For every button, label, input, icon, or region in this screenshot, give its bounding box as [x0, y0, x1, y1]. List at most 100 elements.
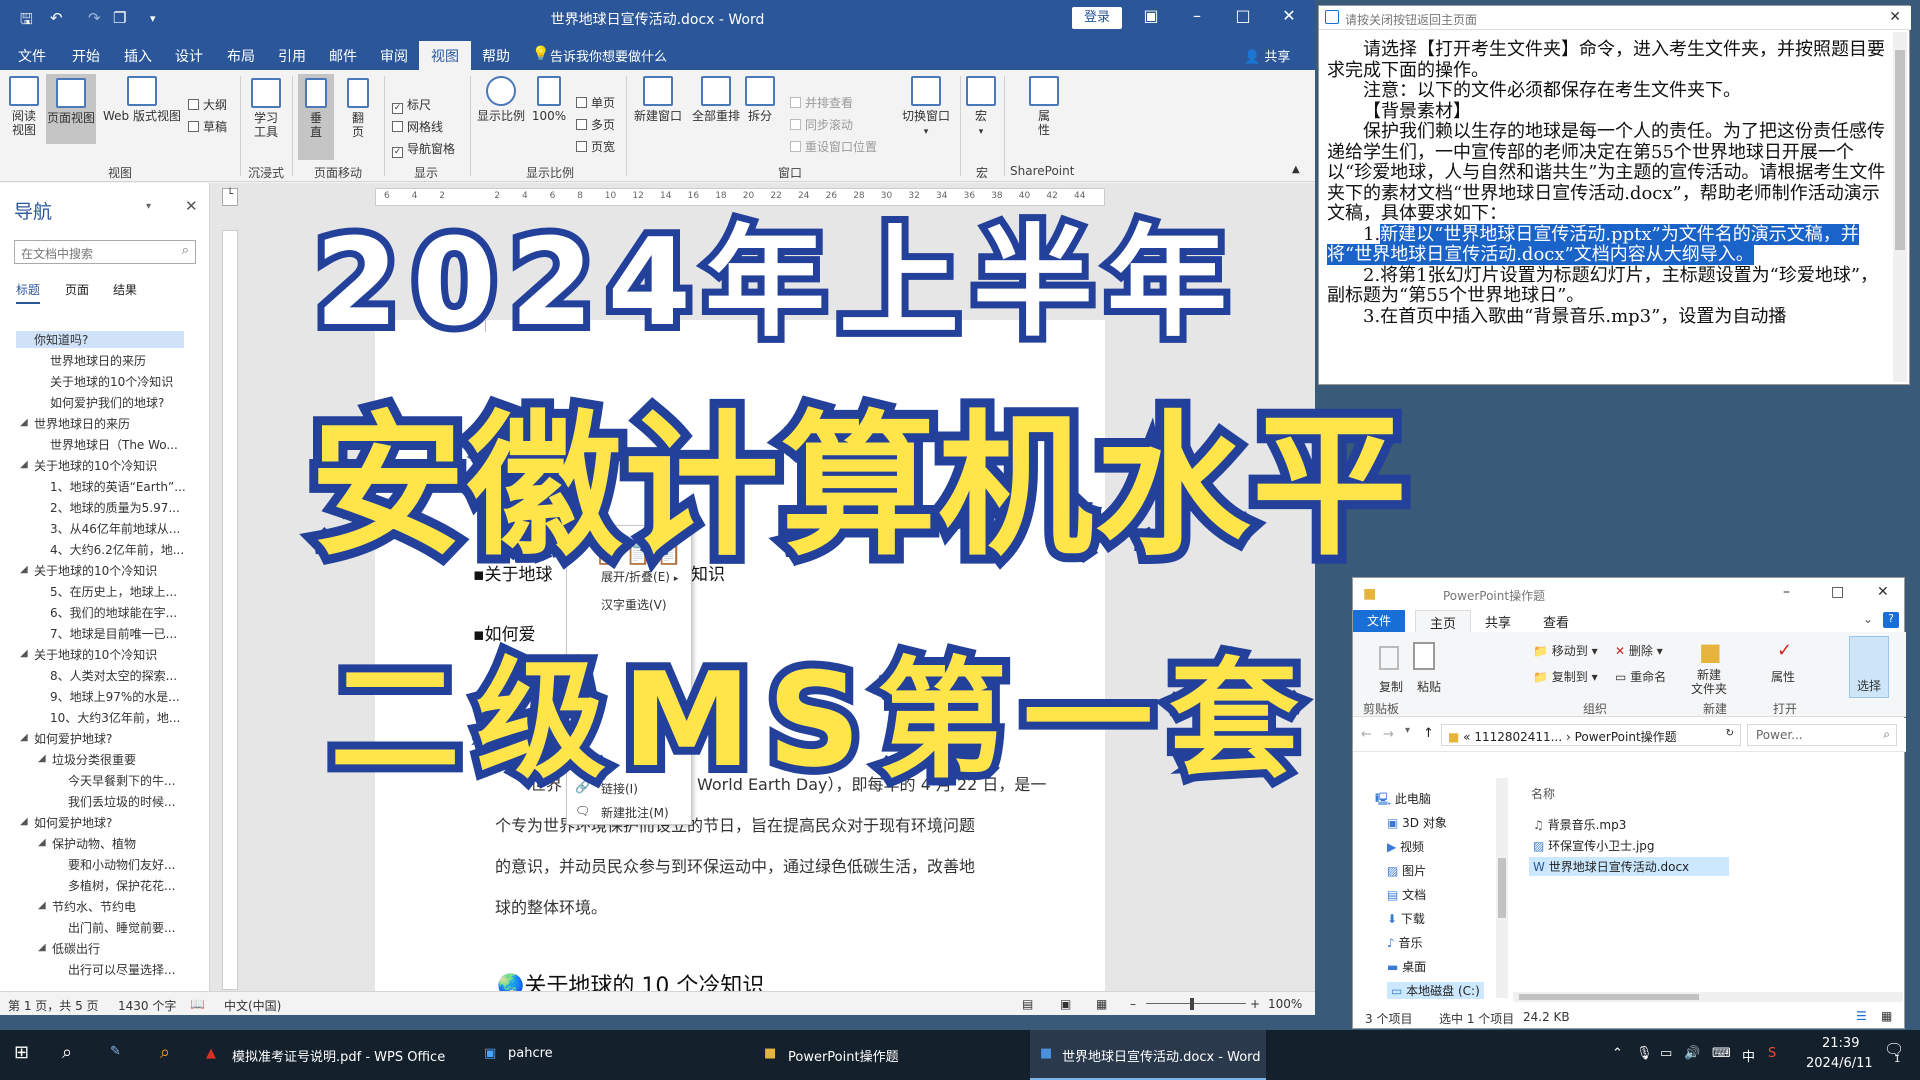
file-row[interactable]: ▨ 环保宣传小卫士.jpg	[1529, 836, 1729, 855]
nav-heading-item[interactable]: 如何爱护我们的地球?	[50, 394, 200, 411]
volume-icon[interactable]: 🔊	[1684, 1046, 1700, 1061]
recent-icon[interactable]: ▾	[1405, 725, 1410, 736]
clock-date[interactable]: 2024/6/11	[1806, 1056, 1873, 1071]
tree-item[interactable]: ▣ 3D 对象	[1387, 814, 1447, 831]
collapse-triangle-icon[interactable]: ◢	[20, 564, 28, 575]
search-icon[interactable]: ⌕	[62, 1042, 72, 1063]
nav-heading-item[interactable]: 关于地球的10个冷知识	[50, 373, 200, 390]
page-view-button[interactable]: 页面视图	[46, 74, 96, 144]
one-page-button[interactable]: 单页	[576, 94, 615, 111]
close-button[interactable]: ✕	[1266, 6, 1312, 25]
reset-position-button[interactable]: 重设窗口位置	[790, 138, 877, 155]
help-icon[interactable]: ?	[1883, 612, 1899, 628]
status-language[interactable]: 中文(中国)	[224, 997, 281, 1014]
maximize-button[interactable]: □	[1220, 6, 1266, 25]
tree-scrollbar[interactable]	[1496, 778, 1508, 998]
nav-heading-item[interactable]: 出行可以尽量选择...	[68, 961, 198, 978]
tab-references[interactable]: 引用	[278, 46, 306, 66]
nav-tab-pages[interactable]: 页面	[65, 281, 89, 298]
tab-view[interactable]: 查看	[1529, 610, 1583, 632]
gridlines-checkbox[interactable]: 网格线	[392, 118, 443, 135]
learning-tools-button[interactable]: 学习 工具	[248, 78, 284, 139]
nav-heading-item[interactable]: 如何爱护地球?	[34, 730, 214, 747]
search-icon[interactable]: ⌕	[1883, 727, 1890, 742]
up-icon[interactable]: ↑	[1423, 726, 1434, 741]
tab-home[interactable]: 开始	[72, 46, 100, 66]
path-overflow[interactable]: «	[1463, 730, 1470, 744]
instructions-scrollbar[interactable]	[1893, 32, 1907, 382]
large-icons-view-icon[interactable]: ▦	[1881, 1009, 1892, 1023]
nav-heading-item[interactable]: 2、地球的质量为5.97...	[50, 499, 200, 516]
nav-heading-item[interactable]: 3、从46亿年前地球从...	[50, 520, 200, 537]
move-to-button[interactable]: 📁 移动到 ▾	[1533, 642, 1598, 659]
arrange-all-button[interactable]: 全部重排	[688, 76, 744, 123]
back-icon[interactable]: ←	[1361, 727, 1372, 742]
zoom-slider[interactable]	[1146, 1003, 1246, 1004]
nav-heading-item[interactable]: 9、地球上97%的水是...	[50, 688, 200, 705]
ruler-checkbox[interactable]: ✓ 标尺	[392, 96, 431, 114]
nav-heading-item[interactable]: 节约水、节约电	[52, 898, 202, 915]
collapse-triangle-icon[interactable]: ◢	[20, 816, 28, 827]
menu-item-hanzi[interactable]: 汉字重选(V)	[601, 596, 667, 613]
macro-button[interactable]: 宏 ▾	[964, 76, 998, 139]
tree-item[interactable]: 🖳 此电脑	[1375, 790, 1431, 811]
nav-heading-item[interactable]: 出门前、睡觉前要...	[68, 919, 198, 936]
collapse-triangle-icon[interactable]: ◢	[38, 942, 46, 953]
tree-item[interactable]: ♪ 音乐	[1387, 934, 1423, 951]
tree-item[interactable]: ▤ 文档	[1387, 886, 1426, 903]
nav-heading-item[interactable]: 世界地球日（The Wo...	[50, 436, 200, 453]
select-button[interactable]: 选择	[1849, 636, 1889, 698]
minimize-button[interactable]: –	[1174, 6, 1220, 25]
tab-file[interactable]: 文件	[1353, 610, 1406, 632]
nav-heading-item[interactable]: 世界地球日的来历	[50, 352, 200, 369]
tab-selector-icon[interactable]: └	[222, 188, 238, 206]
side-by-side-button[interactable]: 并排查看	[790, 94, 853, 111]
proofing-icon[interactable]: 📖	[190, 997, 205, 1011]
sogou-icon[interactable]: S	[1768, 1046, 1776, 1061]
tree-item[interactable]: ▬ 桌面	[1387, 958, 1426, 975]
taskbar-explorer[interactable]: PowerPoint操作题	[788, 1046, 899, 1065]
search-icon[interactable]: ⌕	[182, 243, 189, 258]
read-view-button[interactable]: 阅读 视图	[6, 76, 42, 137]
forward-icon[interactable]: →	[1383, 727, 1394, 742]
copy-to-button[interactable]: 📁 复制到 ▾	[1533, 668, 1598, 685]
collapse-ribbon-icon[interactable]: ▲	[1292, 164, 1300, 175]
scrollbar-thumb[interactable]	[1519, 994, 1699, 1000]
tab-view[interactable]: 视图	[419, 41, 471, 70]
nav-heading-item[interactable]: 4、大约6.2亿年前，地...	[50, 541, 200, 558]
status-page[interactable]: 第 1 页，共 5 页	[8, 997, 99, 1014]
read-mode-icon[interactable]: ▤	[1022, 997, 1033, 1011]
nav-heading-item[interactable]: 关于地球的10个冷知识	[34, 457, 214, 474]
details-view-icon[interactable]: ☰	[1856, 1009, 1867, 1023]
new-window-button[interactable]: 新建窗口	[630, 76, 686, 123]
nav-heading-item[interactable]: 8、人类对太空的探索...	[50, 667, 200, 684]
path-segment-1[interactable]: 1112802411...	[1474, 730, 1562, 744]
zoom-button[interactable]: 显示比例	[474, 76, 528, 123]
nav-heading-item[interactable]: 5、在历史上，地球上...	[50, 583, 200, 600]
tree-item[interactable]: ▭ 本地磁盘 (C:)	[1387, 982, 1484, 999]
explorer-search[interactable]: Power... ⌕	[1747, 724, 1897, 746]
tab-home[interactable]: 主页	[1415, 610, 1472, 632]
taskbar-wps[interactable]: 模拟准考证号说明.pdf - WPS Office	[232, 1046, 445, 1065]
nav-heading-item[interactable]: 10、大约3亿年前，地...	[50, 709, 200, 726]
outline-button[interactable]: 大纲	[188, 96, 227, 113]
new-folder-button[interactable]: 新建 文件夹	[1691, 668, 1727, 696]
collapse-triangle-icon[interactable]: ◢	[20, 459, 28, 470]
nav-heading-item[interactable]: 低碳出行	[52, 940, 202, 957]
zoom-out-icon[interactable]: –	[1130, 997, 1136, 1011]
tray-expand-icon[interactable]: ⌃	[1612, 1046, 1623, 1061]
tab-help[interactable]: 帮助	[482, 46, 510, 66]
web-view-button[interactable]: Web 版式视图	[100, 76, 184, 123]
nav-heading-item[interactable]: 要和小动物们友好...	[68, 856, 198, 873]
tab-share[interactable]: 共享	[1471, 610, 1525, 632]
nav-heading-item[interactable]: 6、我们的地球能在宇...	[50, 604, 200, 621]
sync-scroll-button[interactable]: 同步滚动	[790, 116, 853, 133]
ime-indicator[interactable]: 中	[1742, 1046, 1755, 1065]
nav-heading-item[interactable]: 多植树，保护花花...	[68, 877, 198, 894]
paste-button[interactable]: 粘贴	[1417, 678, 1441, 695]
tab-file[interactable]: 文件	[18, 46, 46, 66]
rename-button[interactable]: ▭ 重命名	[1615, 668, 1666, 685]
close-button[interactable]: ✕	[1877, 584, 1889, 600]
zoom-in-icon[interactable]: +	[1250, 997, 1260, 1011]
keyboard-icon[interactable]: ⌨	[1712, 1046, 1731, 1061]
